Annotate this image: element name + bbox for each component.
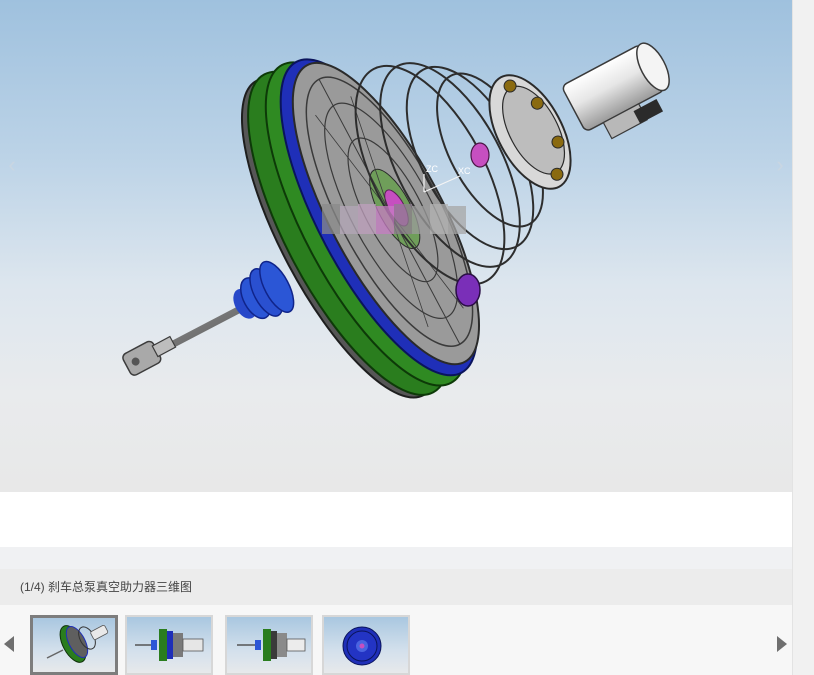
thumbnail-3[interactable] [225, 615, 313, 675]
booster-side-view-2-icon [237, 629, 306, 661]
section-divider [0, 547, 792, 569]
thumb-next-arrow-icon[interactable] [777, 636, 787, 652]
image-gallery-page: ZC XC ‹ › (1/4) 刹车总泵真空助力器三维图 [0, 0, 814, 675]
booster-side-view-icon [135, 629, 204, 661]
viewer-next-button[interactable]: › [770, 150, 790, 180]
thumbnail-1[interactable] [30, 615, 118, 675]
thumb-prev-arrow-icon[interactable] [4, 636, 14, 652]
main-image-viewer[interactable]: ZC XC ‹ › [0, 0, 792, 492]
booster-front-view-icon [342, 626, 382, 666]
brake-booster-render: ZC XC [122, 42, 670, 399]
thumbnail-strip [0, 605, 792, 675]
axis-label-zc: ZC [426, 164, 438, 174]
axis-label-xc: XC [458, 166, 471, 176]
thumbnail-4[interactable] [322, 615, 410, 675]
viewer-spacer [0, 492, 792, 547]
thumbnail-2[interactable] [125, 615, 213, 675]
page-scrollbar-track[interactable] [792, 0, 814, 675]
image-caption: (1/4) 刹车总泵真空助力器三维图 [0, 569, 792, 605]
booster-angled-view-icon [46, 625, 109, 663]
blurred-watermark [322, 204, 466, 234]
viewer-prev-button[interactable]: ‹ [2, 150, 22, 180]
